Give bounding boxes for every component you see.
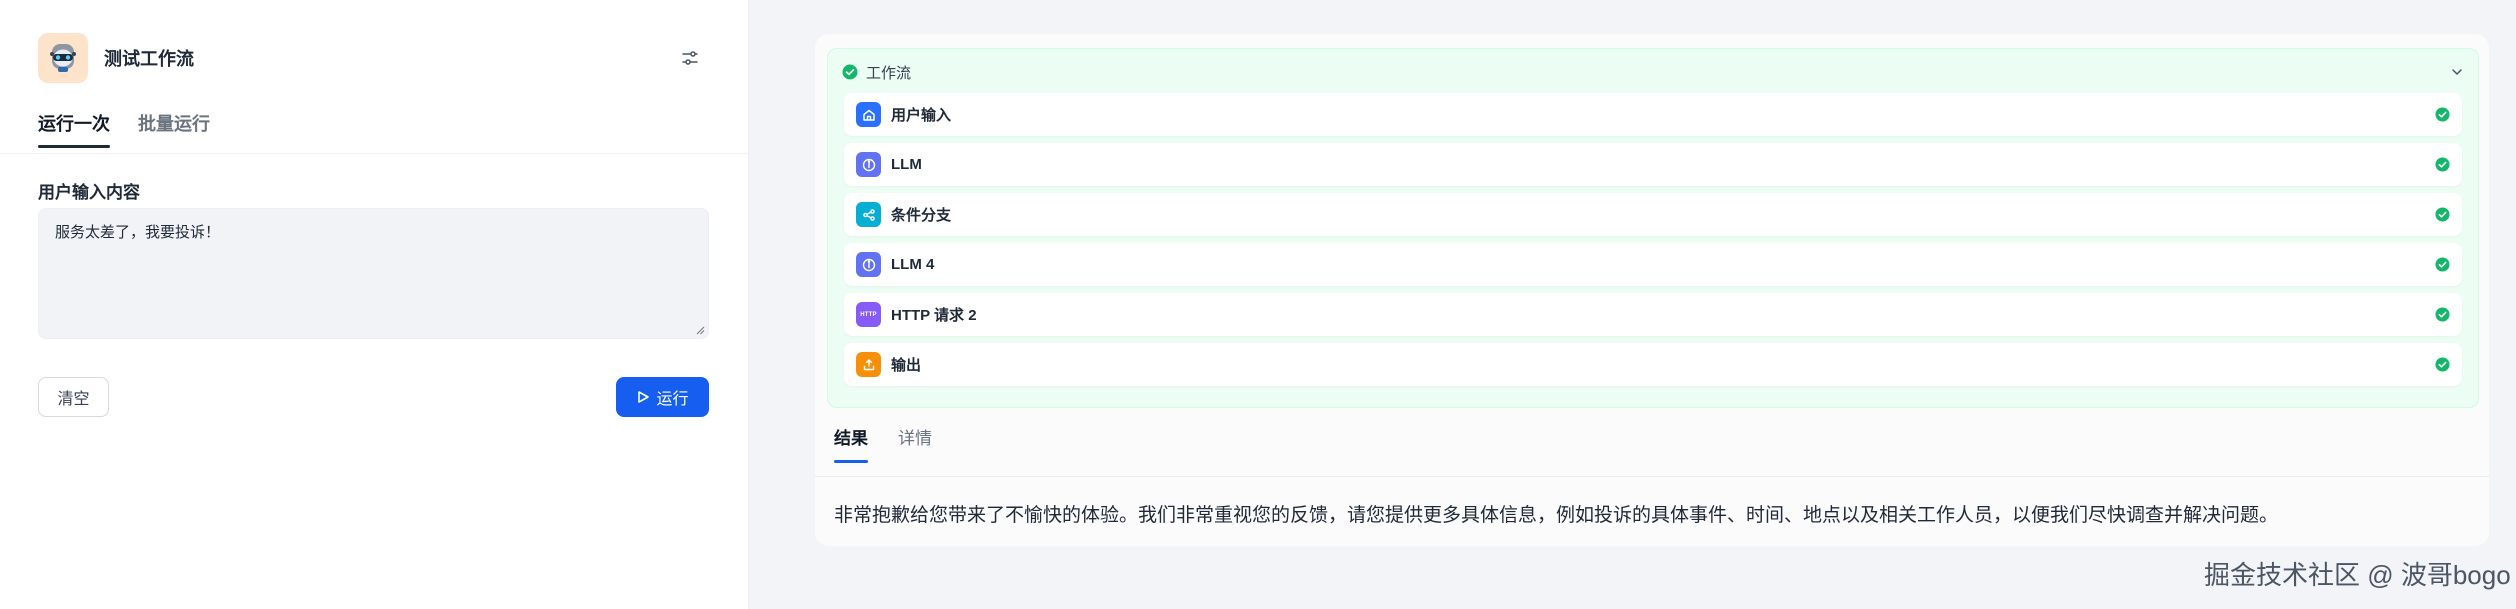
check-circle-icon [2435, 207, 2450, 222]
user-input-label: 用户输入内容 [38, 183, 140, 202]
watermark: 掘金技术社区 @ 波哥bogo [2204, 560, 2511, 590]
app-title: 测试工作流 [104, 49, 194, 69]
clear-button[interactable]: 清空 [38, 377, 109, 417]
run-panel: 测试工作流 运行一次 批量运行 用户输入内容 服务太差了，我要投诉！ 清空 运行 [0, 0, 749, 609]
settings-button[interactable] [672, 40, 708, 76]
workflow-title: 工作流 [866, 64, 912, 82]
resize-handle-icon[interactable] [695, 325, 705, 335]
llm-icon [856, 152, 881, 177]
run-mode-tabs: 运行一次 批量运行 [38, 110, 210, 148]
check-circle-icon [842, 64, 858, 80]
node-title: 条件分支 [891, 207, 952, 224]
check-circle-icon [2435, 257, 2450, 272]
tab-batch-run[interactable]: 批量运行 [138, 110, 210, 148]
check-circle-icon [2435, 157, 2450, 172]
tab-result[interactable]: 结果 [834, 424, 868, 463]
result-tabs: 结果 详情 [834, 424, 932, 463]
workflow-node-output[interactable]: 输出 [844, 343, 2462, 386]
llm-icon [856, 252, 881, 277]
check-circle-icon [2435, 107, 2450, 122]
run-button-label: 运行 [656, 391, 689, 408]
run-button[interactable]: 运行 [616, 377, 709, 417]
workflow-header[interactable]: 工作流 [842, 61, 2464, 83]
divider [0, 153, 749, 154]
workflow-process: 工作流 用户输入 LLM 条件分支 LLM 4 HTTP HTTP 请求 2 输… [827, 48, 2479, 408]
home-icon [856, 102, 881, 127]
check-circle-icon [2435, 307, 2450, 322]
http-icon: HTTP [856, 302, 881, 327]
workflow-node-user-input[interactable]: 用户输入 [844, 93, 2462, 136]
result-panel: 工作流 用户输入 LLM 条件分支 LLM 4 HTTP HTTP 请求 2 输… [749, 0, 2516, 609]
app-header: 测试工作流 [38, 32, 708, 84]
node-title: HTTP 请求 2 [891, 307, 977, 324]
branch-icon [856, 202, 881, 227]
sliders-icon [682, 51, 698, 65]
node-title: LLM [891, 156, 922, 173]
user-input-field[interactable]: 服务太差了，我要投诉！ [38, 208, 709, 339]
robot-avatar-icon [38, 33, 88, 83]
check-circle-icon [2435, 357, 2450, 372]
node-title: 输出 [891, 357, 922, 374]
http-icon-label: HTTP [860, 311, 877, 318]
app-window: 测试工作流 运行一次 批量运行 用户输入内容 服务太差了，我要投诉！ 清空 运行 [0, 0, 2516, 609]
tab-details[interactable]: 详情 [898, 424, 932, 463]
workflow-node-condition-branch[interactable]: 条件分支 [844, 193, 2462, 236]
output-icon [856, 352, 881, 377]
workflow-node-llm-4[interactable]: LLM 4 [844, 243, 2462, 286]
result-output-text: 非常抱歉给您带来了不愉快的体验。我们非常重视您的反馈，请您提供更多具体信息，例如… [834, 505, 2279, 526]
tab-run-once[interactable]: 运行一次 [38, 110, 110, 148]
workflow-node-llm[interactable]: LLM [844, 143, 2462, 186]
node-title: LLM 4 [891, 256, 935, 273]
node-title: 用户输入 [891, 107, 952, 124]
workflow-node-http-request-2[interactable]: HTTP HTTP 请求 2 [844, 293, 2462, 336]
result-card: 工作流 用户输入 LLM 条件分支 LLM 4 HTTP HTTP 请求 2 输… [815, 34, 2489, 546]
play-icon [638, 391, 650, 403]
divider [815, 476, 2489, 477]
chevron-down-icon[interactable] [2450, 65, 2464, 79]
